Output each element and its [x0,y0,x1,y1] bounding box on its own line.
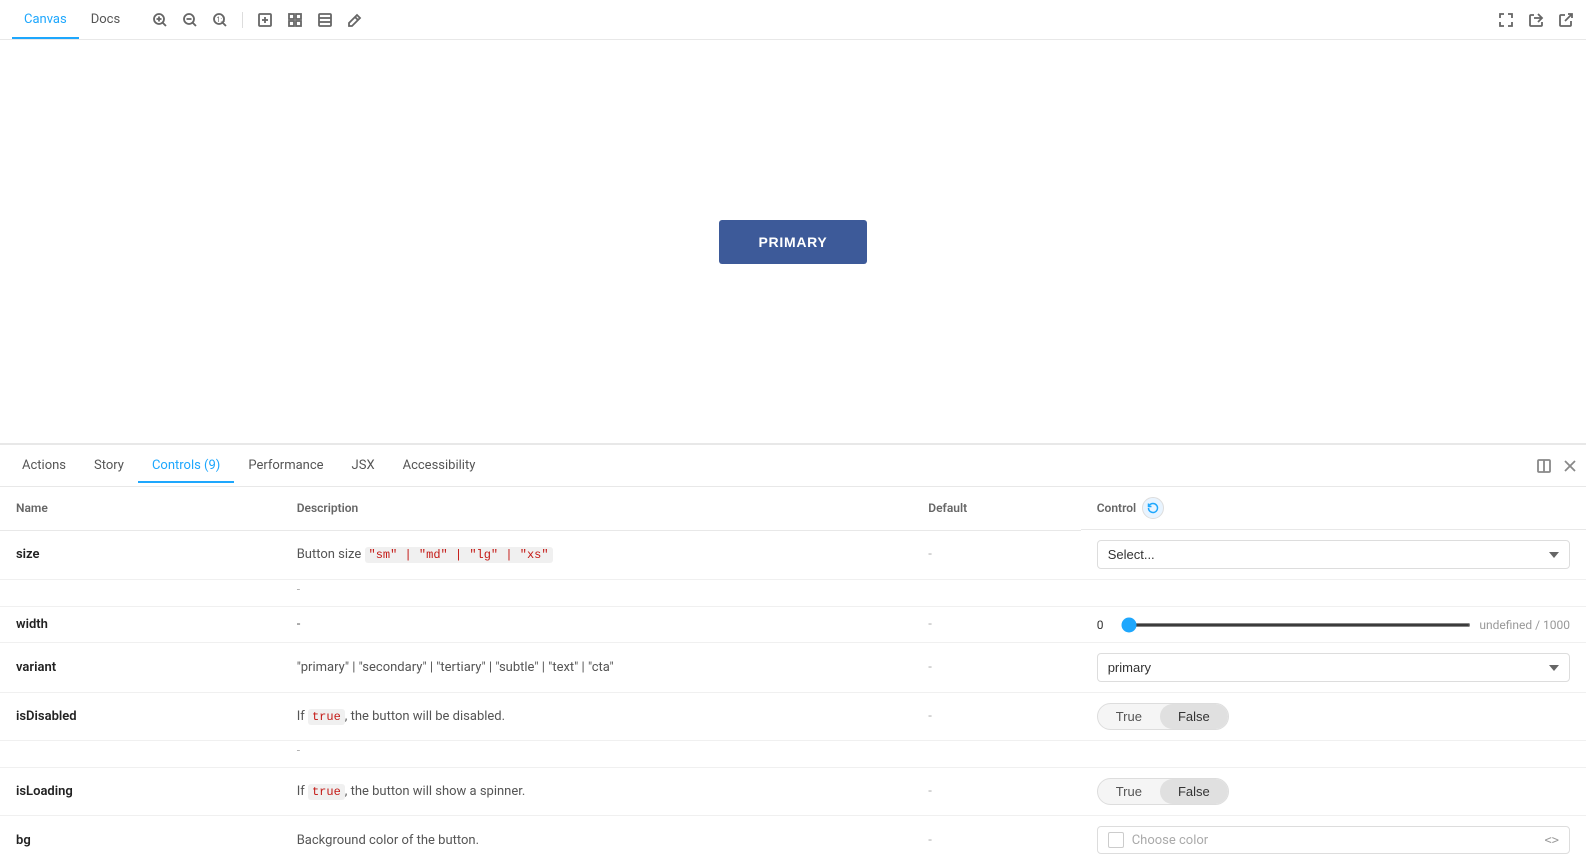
table-row-sub: - [0,580,1586,607]
isloading-toggle: True False [1097,778,1229,805]
table-row: width - - 0 undefined / 1000 [0,607,1586,643]
control-default-bg: - [912,816,1080,864]
bg-color-control[interactable]: Choose color <> [1097,826,1570,854]
control-widget-bg: Choose color <> [1081,816,1586,864]
preview-primary-button[interactable]: PRIMARY [719,220,868,264]
bottom-tab-bar: Actions Story Controls (9) Performance J… [0,445,1586,487]
slider-max-label: undefined / 1000 [1479,618,1570,632]
isdisabled-true-btn[interactable]: True [1098,704,1160,729]
size-sub-empty [0,580,281,607]
control-default-variant: - [912,643,1080,693]
tab-performance[interactable]: Performance [234,450,337,483]
tab-docs[interactable]: Docs [79,2,132,39]
isdisabled-toggle: True False [1097,703,1229,730]
control-name-width: width [0,607,281,643]
isloading-false-btn[interactable]: False [1160,779,1228,804]
zoom-in-icon[interactable] [152,12,168,28]
control-widget-width: 0 undefined / 1000 [1081,607,1586,643]
control-name-isdisabled: isDisabled [0,693,281,741]
width-slider[interactable] [1121,623,1472,627]
control-widget-isdisabled: True False [1081,693,1586,741]
top-bar: Canvas Docs 1:1 [0,0,1586,40]
bottom-panel: Actions Story Controls (9) Performance J… [0,444,1586,864]
control-widget-size: Select... [1081,530,1586,580]
panel-action-icons [1536,458,1578,474]
controls-table: Name Description Default Control [0,487,1586,864]
tab-controls[interactable]: Controls (9) [138,450,234,483]
control-default-isdisabled: - [912,693,1080,741]
edit-icon[interactable] [347,12,363,28]
control-desc-isloading: If true, the button will show a spinner. [281,768,913,816]
color-code-toggle[interactable]: <> [1545,833,1559,847]
control-name-variant: variant [0,643,281,693]
table-row: bg Background color of the button. - Cho… [0,816,1586,864]
color-swatch [1108,832,1124,848]
control-default-width: - [912,607,1080,643]
control-desc-variant: "primary" | "secondary" | "tertiary" | "… [281,643,913,693]
col-header-description: Description [281,487,913,530]
close-panel-icon[interactable] [1562,458,1578,474]
toolbar-divider [242,12,243,28]
control-desc-bg: Background color of the button. [281,816,913,864]
isloading-true-btn[interactable]: True [1098,779,1160,804]
tab-actions[interactable]: Actions [8,450,80,483]
zoom-out-icon[interactable] [182,12,198,28]
col-header-name: Name [0,487,281,530]
control-name-isloading: isLoading [0,768,281,816]
col-header-default: Default [912,487,1080,530]
control-widget-isloading: True False [1081,768,1586,816]
grid-icon[interactable] [287,12,303,28]
isloading-code: true [308,784,345,800]
size-code: "sm" | "md" | "lg" | "xs" [365,547,553,563]
width-slider-container: 0 undefined / 1000 [1097,618,1570,632]
reset-zoom-icon[interactable]: 1:1 [212,12,228,28]
tab-accessibility[interactable]: Accessibility [389,450,490,483]
table-row-sub: - [0,741,1586,768]
control-desc-size: Button size "sm" | "md" | "lg" | "xs" [281,530,913,580]
control-desc-width: - [281,607,913,643]
col-header-control: Control [1081,487,1586,530]
reset-controls-button[interactable] [1142,497,1164,519]
table-row: isLoading If true, the button will show … [0,768,1586,816]
tab-canvas[interactable]: Canvas [12,2,79,39]
size-select[interactable]: Select... [1097,540,1570,569]
isdisabled-code: true [308,709,345,725]
isdisabled-false-btn[interactable]: False [1160,704,1228,729]
control-default-size: - [912,530,1080,580]
fullscreen-icon[interactable] [1498,12,1514,28]
open-new-icon[interactable] [1558,12,1574,28]
table-row: size Button size "sm" | "md" | "lg" | "x… [0,530,1586,580]
svg-text:1:1: 1:1 [217,16,227,24]
top-bar-right [1498,12,1574,28]
control-desc-isdisabled: If true, the button will be disabled. [281,693,913,741]
table-row: variant "primary" | "secondary" | "terti… [0,643,1586,693]
control-default-isloading: - [912,768,1080,816]
toolbar-icons: 1:1 [152,12,363,28]
share-icon[interactable] [1528,12,1544,28]
canvas-area: PRIMARY [0,40,1586,444]
tab-story[interactable]: Story [80,450,138,483]
control-name-bg: bg [0,816,281,864]
color-placeholder: Choose color [1132,833,1537,848]
tab-jsx[interactable]: JSX [338,450,389,483]
center-icon[interactable] [257,12,273,28]
table-row: isDisabled If true, the button will be d… [0,693,1586,741]
control-widget-variant: primary secondary tertiary subtle text c… [1081,643,1586,693]
layout-icon[interactable] [317,12,333,28]
control-name-size: size [0,530,281,580]
split-panel-icon[interactable] [1536,458,1552,474]
variant-select[interactable]: primary secondary tertiary subtle text c… [1097,653,1570,682]
size-sub-dash: - [281,580,913,607]
isdisabled-sub-dash: - [281,741,913,768]
slider-min-label: 0 [1097,618,1113,632]
